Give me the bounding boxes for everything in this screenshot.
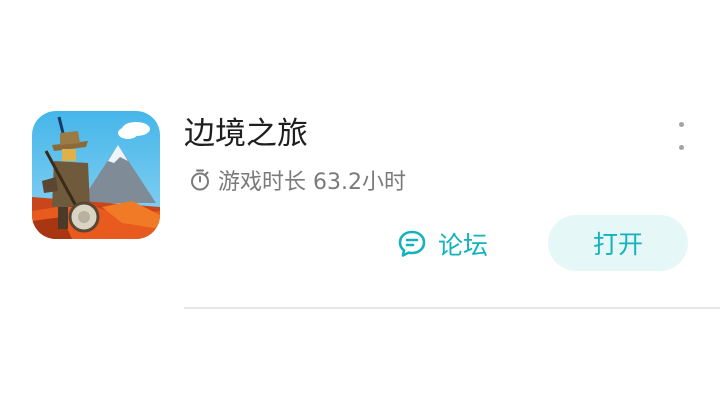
chat-bubble-icon — [396, 228, 428, 260]
more-vertical-icon-dot — [678, 145, 684, 150]
open-button[interactable]: 打开 — [548, 215, 688, 271]
forum-button[interactable]: 论坛 — [396, 222, 488, 266]
game-title: 边境之旅 — [184, 116, 308, 152]
game-card[interactable]: 边境之旅 游戏时长 63.2小时 论坛 打开 — [0, 0, 720, 312]
more-options-button[interactable] — [666, 122, 696, 150]
more-vertical-icon-dot — [678, 122, 684, 127]
card-divider — [184, 307, 720, 309]
game-app-icon[interactable] — [32, 111, 160, 239]
playtime-text: 游戏时长 63.2小时 — [218, 170, 406, 195]
playtime-row: 游戏时长 63.2小时 — [188, 164, 406, 196]
stopwatch-icon — [188, 168, 212, 192]
forum-button-label: 论坛 — [438, 231, 489, 260]
